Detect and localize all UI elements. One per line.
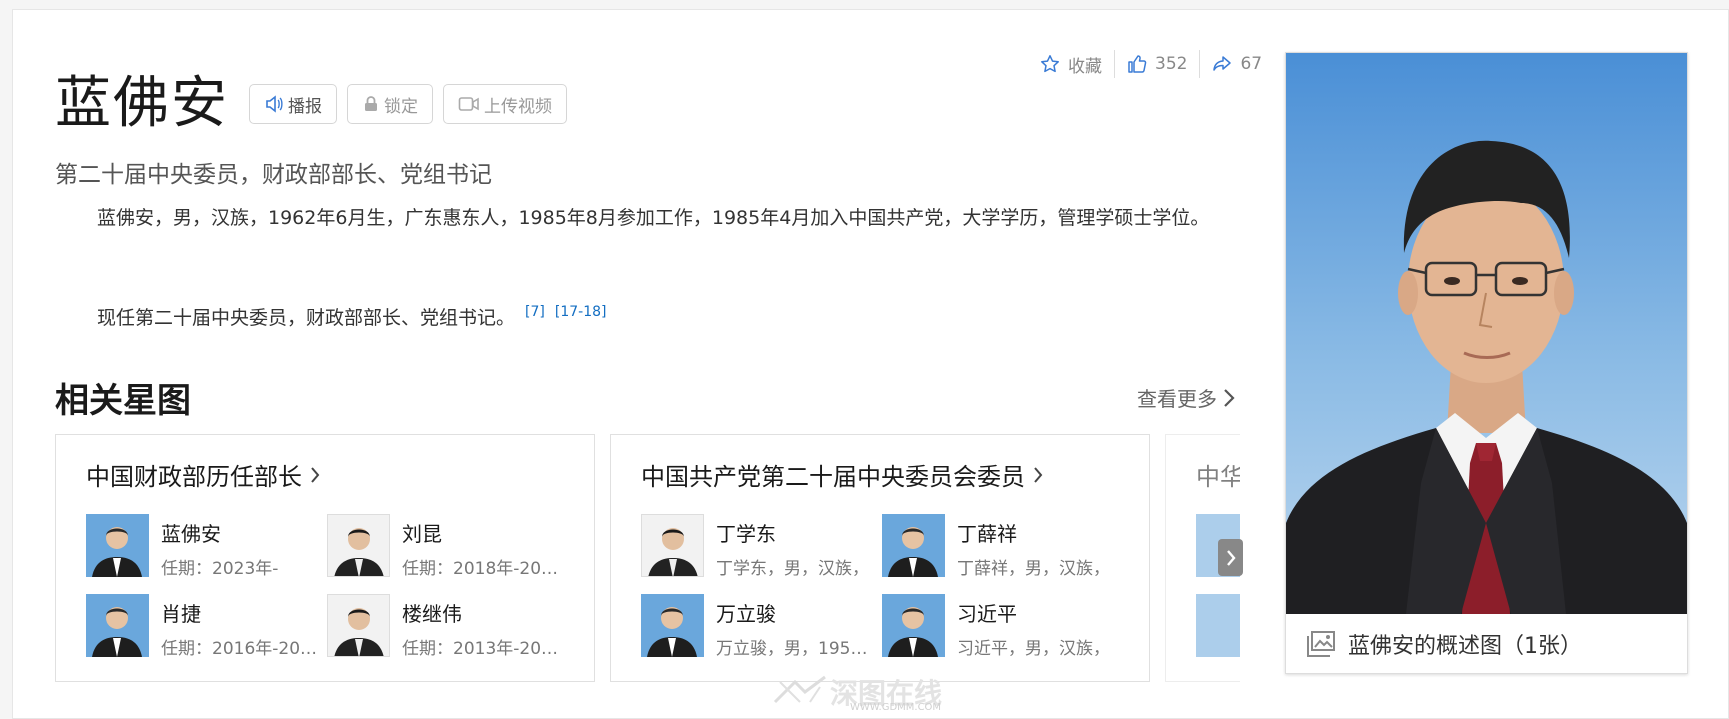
person-item[interactable]: 刘昆 任期：2018年-2023年 <box>327 514 567 580</box>
person-name: 丁薛祥 <box>957 522 1017 546</box>
chevron-right-icon <box>1224 388 1235 407</box>
person-name: 楼继伟 <box>402 602 462 626</box>
watermark: 深图在线 WWW.GDMM.COM <box>770 672 942 713</box>
watermark-logo-icon <box>773 675 826 704</box>
person-name: 习近平 <box>957 602 1017 626</box>
person-desc: 任期：2013年-2016年 <box>402 639 562 659</box>
person-name: 丁学东 <box>716 522 776 546</box>
thumbs-up-icon <box>1128 55 1147 73</box>
star-map-card-title-text: 中国共产党第二十届中央委员会委员 <box>641 463 1025 491</box>
person-desc: 任期：2018年-2023年 <box>402 559 562 579</box>
upload-video-button[interactable]: 上传视频 <box>443 84 567 124</box>
speaker-icon <box>266 95 283 113</box>
chevron-right-icon <box>1034 466 1043 483</box>
person-desc: 丁学东，男，汉族， <box>716 559 869 579</box>
caption-text: 蓝佛安的概述图（1张） <box>1348 634 1582 659</box>
person-item[interactable]: 万立骏 万立骏，男，1958年 <box>641 594 881 660</box>
person-item[interactable]: 习近平 习近平，男，汉族， <box>882 594 1122 660</box>
share-count: 67 <box>1240 54 1263 74</box>
star-icon <box>1041 55 1059 73</box>
video-icon <box>458 97 479 111</box>
action-bar: 收藏 352 67 <box>1040 50 1262 78</box>
favorite-button[interactable]: 收藏 <box>1040 52 1102 77</box>
star-map-carousel: 中国财政部历任部长 蓝佛安 任期：2023年- 刘昆 任期：2018年-2023… <box>55 434 1240 682</box>
broadcast-label: 播报 <box>288 96 322 117</box>
like-count: 352 <box>1155 54 1188 74</box>
view-more-link[interactable]: 查看更多 <box>1137 383 1235 412</box>
avatar <box>1196 594 1240 657</box>
portrait-photo[interactable] <box>1286 53 1687 614</box>
person-item[interactable]: 肖捷 任期：2016年-2018年 <box>86 594 326 660</box>
star-map-card-title[interactable]: 中国共产党第二十届中央委员会委员 <box>641 457 1043 492</box>
title-row: 蓝佛安 播报 锁定 上传视频 <box>55 76 567 132</box>
page-title: 蓝佛安 <box>55 71 229 136</box>
lemma-subtitle: 第二十届中央委员，财政部部长、党组书记 <box>55 162 492 188</box>
star-map-card-title-text: 中国财政部历任部长 <box>86 463 302 491</box>
position-text: 现任第二十届中央委员，财政部部长、党组书记。 <box>97 307 516 329</box>
avatar <box>327 594 390 657</box>
person-desc: 习近平，男，汉族， <box>957 639 1110 659</box>
carousel-next-button[interactable] <box>1218 539 1243 576</box>
avatar <box>641 594 704 657</box>
broadcast-button[interactable]: 播报 <box>249 84 337 124</box>
person-item[interactable]: 蓝佛安 任期：2023年- <box>86 514 326 580</box>
person-item[interactable]: 楼继伟 任期：2013年-2016年 <box>327 594 567 660</box>
person-desc: 任期：2023年- <box>161 559 279 579</box>
avatar <box>641 514 704 577</box>
divider <box>1114 50 1115 78</box>
person-desc: 万立骏，男，1958年 <box>716 639 876 659</box>
star-map-card-title-text: 中华 <box>1196 463 1240 491</box>
share-button[interactable]: 67 <box>1212 54 1262 74</box>
divider <box>1199 50 1201 78</box>
like-button[interactable]: 352 <box>1127 54 1187 74</box>
person-item[interactable]: 丁学东 丁学东，男，汉族， <box>641 514 881 580</box>
avatar <box>882 514 945 577</box>
image-gallery-icon <box>1307 631 1335 657</box>
watermark-url: WWW.GDMM.COM <box>850 702 942 713</box>
chevron-right-icon <box>1226 549 1236 566</box>
summary-picture-panel: 蓝佛安的概述图（1张） <box>1285 52 1688 674</box>
lock-button[interactable]: 锁定 <box>347 84 433 124</box>
star-map-card[interactable]: 中国共产党第二十届中央委员会委员 丁学东 丁学东，男，汉族， 丁薛祥 丁薛祥，男… <box>610 434 1150 682</box>
upload-video-label: 上传视频 <box>484 96 552 117</box>
avatar <box>86 514 149 577</box>
favorite-label: 收藏 <box>1068 56 1102 77</box>
related-section-title: 相关星图 <box>55 381 191 421</box>
person-item[interactable] <box>1196 594 1240 660</box>
summary-picture-caption[interactable]: 蓝佛安的概述图（1张） <box>1306 628 1582 660</box>
position-paragraph: 现任第二十届中央委员，财政部部长、党组书记。 [7] [17-18] <box>55 294 1240 336</box>
intro-paragraph: 蓝佛安，男，汉族，1962年6月生，广东惠东人，1985年8月参加工作，1985… <box>97 207 1210 229</box>
avatar <box>86 594 149 657</box>
person-item[interactable]: 丁薛祥 丁薛祥，男，汉族， <box>882 514 1122 580</box>
person-name: 刘昆 <box>402 522 442 546</box>
star-map-card-title[interactable]: 中国财政部历任部长 <box>86 457 320 492</box>
reference-link[interactable]: [7] <box>525 304 545 320</box>
lock-icon <box>365 96 377 111</box>
person-name: 蓝佛安 <box>161 522 221 546</box>
reference-link[interactable]: [17-18] <box>555 304 607 320</box>
person-name: 肖捷 <box>161 602 201 626</box>
avatar <box>882 594 945 657</box>
person-desc: 丁薛祥，男，汉族， <box>957 559 1110 579</box>
chevron-right-icon <box>311 466 320 483</box>
share-icon <box>1213 56 1232 71</box>
person-desc: 任期：2016年-2018年 <box>161 639 321 659</box>
star-map-card-title[interactable]: 中华 <box>1196 457 1240 492</box>
lock-label: 锁定 <box>384 96 418 117</box>
avatar <box>327 514 390 577</box>
person-name: 万立骏 <box>716 602 776 626</box>
star-map-card[interactable]: 中国财政部历任部长 蓝佛安 任期：2023年- 刘昆 任期：2018年-2023… <box>55 434 595 682</box>
view-more-label: 查看更多 <box>1137 387 1217 411</box>
